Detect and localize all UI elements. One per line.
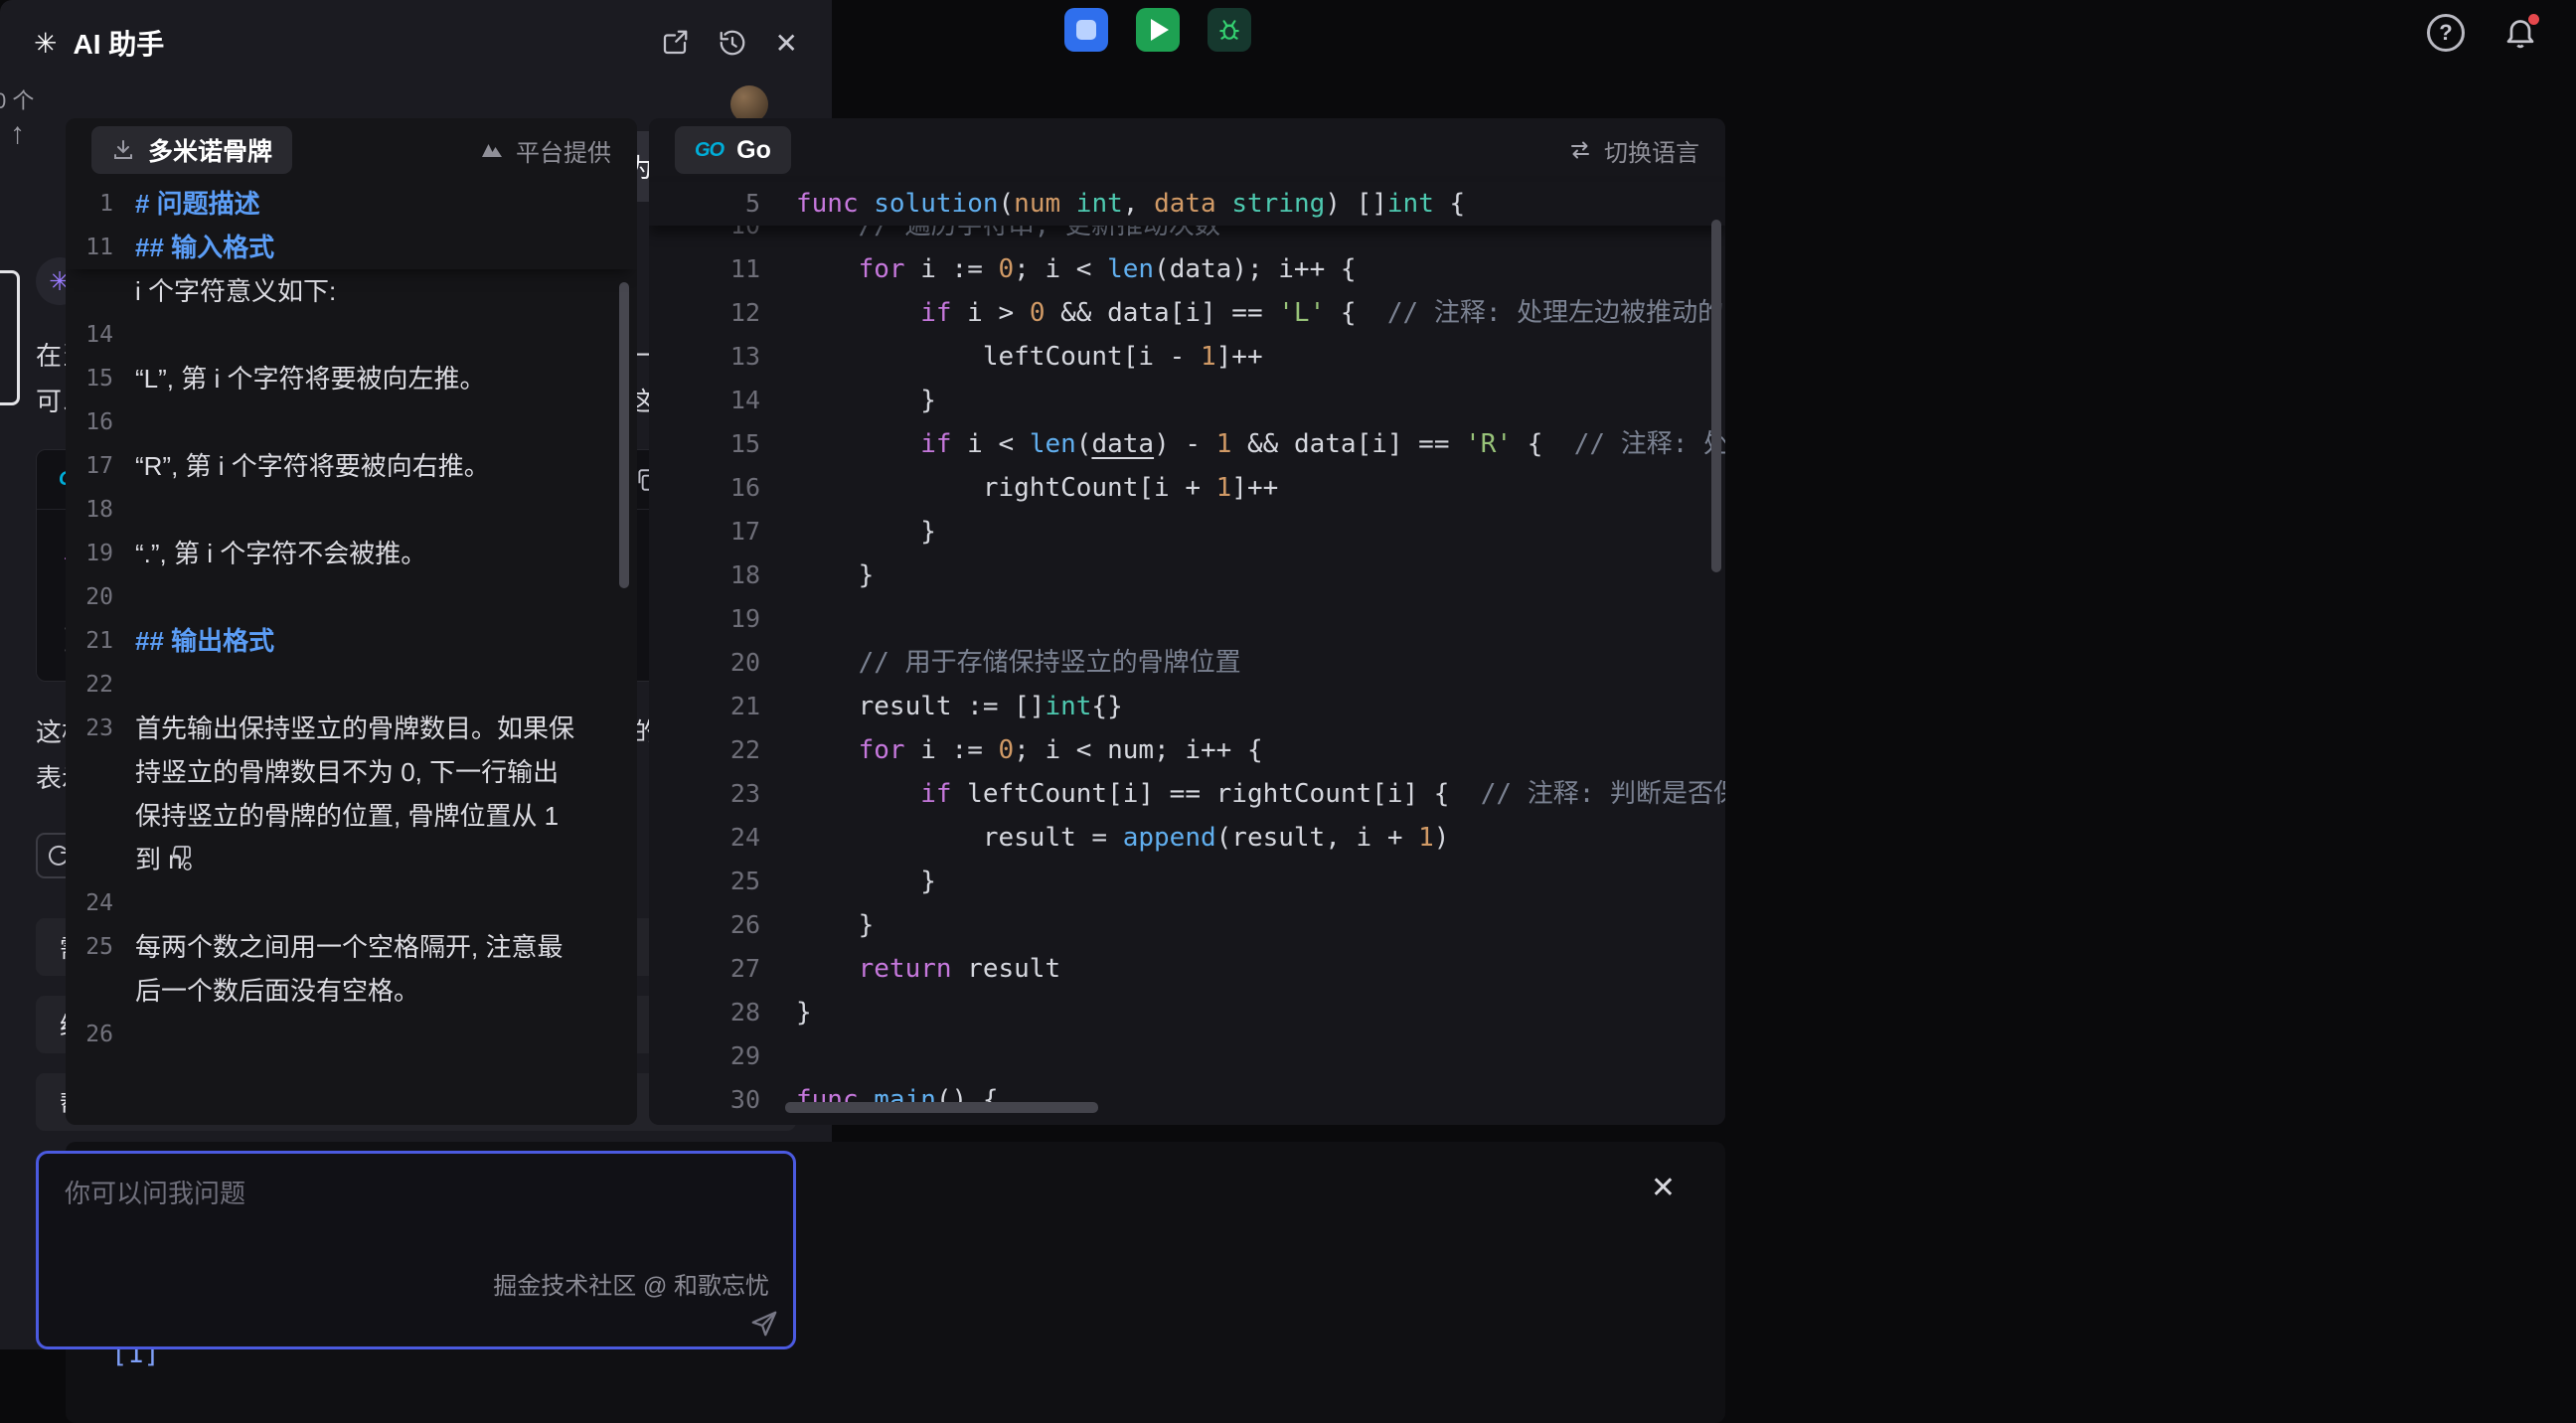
code-line[interactable]: 31// You can add more test cases here (649, 1122, 1725, 1125)
code-line[interactable]: 19 (649, 597, 1725, 641)
run-controls (1064, 8, 1251, 52)
topbar: ? (0, 0, 2576, 74)
go-logo-icon: GO (695, 139, 724, 162)
problem-line: 11## 输入格式 (66, 226, 637, 269)
watermark-label: 掘金技术社区 @ 和歌忘忧 (493, 1266, 769, 1301)
square-icon (1076, 20, 1096, 40)
code-line[interactable]: 13leftCount[i - 1]++ (649, 335, 1725, 379)
code-line[interactable]: 21result := []int{} (649, 685, 1725, 728)
code-line[interactable]: 12if i > 0 && data[i] == 'L' { // 注释: 处理… (649, 291, 1725, 335)
editor-horizontal-scrollbar[interactable] (785, 1102, 1098, 1113)
problem-line: 23首先输出保持竖立的骨牌数目。如果保持竖立的骨牌数目不为 0, 下一行输出保持… (66, 707, 637, 881)
app: ? 0 个 ↑ 多米诺骨牌 (0, 0, 2576, 1423)
notification-dot (2528, 14, 2539, 25)
platform-icon (480, 138, 504, 162)
editor-vertical-scrollbar[interactable] (1711, 220, 1721, 572)
code-line[interactable]: 22for i := 0; i < num; i++ { (649, 728, 1725, 772)
language-label: Go (736, 136, 771, 165)
chat-input-placeholder: 你可以问我问题 (39, 1154, 793, 1230)
switch-language-button[interactable]: 切换语言 (1568, 133, 1699, 168)
problem-line: 26 (66, 1013, 637, 1056)
problem-panel: 多米诺骨牌 平台提供 1# 问题描述11## 输入格式 i 个字符意义如下:14… (66, 118, 637, 1125)
code-lines[interactable]: 10// 遍历字符串, 更新推动次数11for i := 0; i < len(… (649, 226, 1725, 1125)
help-button[interactable]: ? (2427, 14, 2465, 52)
run-button[interactable] (1136, 8, 1180, 52)
notification-bell[interactable] (2502, 14, 2540, 52)
bug-icon (1216, 17, 1242, 43)
build-button[interactable] (1064, 8, 1108, 52)
problem-line: 19“.”, 第 i 个字符不会被推。 (66, 532, 637, 575)
code-line[interactable]: 28} (649, 991, 1725, 1034)
thumbs-down-icon (170, 844, 194, 868)
up-arrow-icon[interactable]: ↑ (10, 117, 25, 151)
collapsed-count-label: 0 个 (0, 83, 34, 115)
code-line[interactable]: 17} (649, 510, 1725, 553)
code-editor[interactable]: 5func solution(num int, data string) []i… (649, 182, 1725, 1125)
problem-line: 21## 输出格式 (66, 619, 637, 663)
code-line[interactable]: 29 (649, 1034, 1725, 1078)
play-icon (1151, 19, 1169, 41)
code-line[interactable]: 23if leftCount[i] == rightCount[i] { // … (649, 772, 1725, 816)
problem-line: 1# 问题描述 (66, 182, 637, 226)
chat-input[interactable]: 你可以问我问题 掘金技术社区 @ 和歌忘忧 (36, 1151, 796, 1349)
problem-line: 20 (66, 575, 637, 619)
swap-icon (1568, 138, 1592, 162)
send-icon[interactable] (749, 1309, 779, 1339)
download-icon (111, 138, 135, 162)
problem-line: 24 (66, 881, 637, 925)
problem-body: 1# 问题描述11## 输入格式 i 个字符意义如下:1415“L”, 第 i … (66, 182, 637, 1125)
code-line[interactable]: 16rightCount[i + 1]++ (649, 466, 1725, 510)
code-line[interactable]: 11for i := 0; i < len(data); i++ { (649, 247, 1725, 291)
problem-line: 18 (66, 488, 637, 532)
code-line[interactable]: 26} (649, 903, 1725, 947)
code-line[interactable]: 24result = append(result, i + 1) (649, 816, 1725, 860)
provider-label: 平台提供 (480, 133, 611, 168)
code-line[interactable]: 14} (649, 379, 1725, 422)
code-line[interactable]: 20// 用于存储保持竖立的骨牌位置 (649, 641, 1725, 685)
sticky-line[interactable]: 5func solution(num int, data string) []i… (649, 182, 1725, 226)
editor-header: GO Go 切换语言 (649, 118, 1725, 182)
problem-sticky-lines: 1# 问题描述11## 输入格式 (66, 182, 637, 269)
language-badge[interactable]: GO Go (675, 126, 791, 174)
problem-line: 16 (66, 400, 637, 444)
problem-line: 17“R”, 第 i 个字符将要被向右推。 (66, 444, 637, 488)
problem-line: 22 (66, 663, 637, 707)
problem-line: 14 (66, 313, 637, 357)
problem-line: i 个字符意义如下: (66, 269, 637, 313)
code-line[interactable]: 15if i < len(data) - 1 && data[i] == 'R'… (649, 422, 1725, 466)
collapsed-panel-handle[interactable] (0, 270, 20, 405)
problem-title: 多米诺骨牌 (148, 132, 272, 168)
code-line[interactable]: 10// 遍历字符串, 更新推动次数 (649, 226, 1725, 247)
debug-button[interactable] (1208, 8, 1251, 52)
problem-line: 25每两个数之间用一个空格隔开, 注意最后一个数后面没有空格。 (66, 925, 637, 1013)
editor-panel: GO Go 切换语言 5func solution(num int, data … (649, 118, 1725, 1125)
problem-title-badge: 多米诺骨牌 (91, 126, 292, 174)
code-line[interactable]: 25} (649, 860, 1725, 903)
problem-line: 15“L”, 第 i 个字符将要被向左推。 (66, 357, 637, 400)
problem-scrollbar[interactable] (619, 282, 629, 588)
code-line[interactable]: 5func solution(num int, data string) []i… (649, 182, 1725, 226)
close-icon[interactable]: ✕ (1651, 1171, 1676, 1205)
problem-header: 多米诺骨牌 平台提供 (66, 118, 637, 182)
code-line[interactable]: 27return result (649, 947, 1725, 991)
code-line[interactable]: 30func main() { (649, 1078, 1725, 1122)
problem-lines: i 个字符意义如下:1415“L”, 第 i 个字符将要被向左推。1617“R”… (66, 269, 637, 1056)
topbar-right: ? (2427, 14, 2540, 52)
code-line[interactable]: 18} (649, 553, 1725, 597)
